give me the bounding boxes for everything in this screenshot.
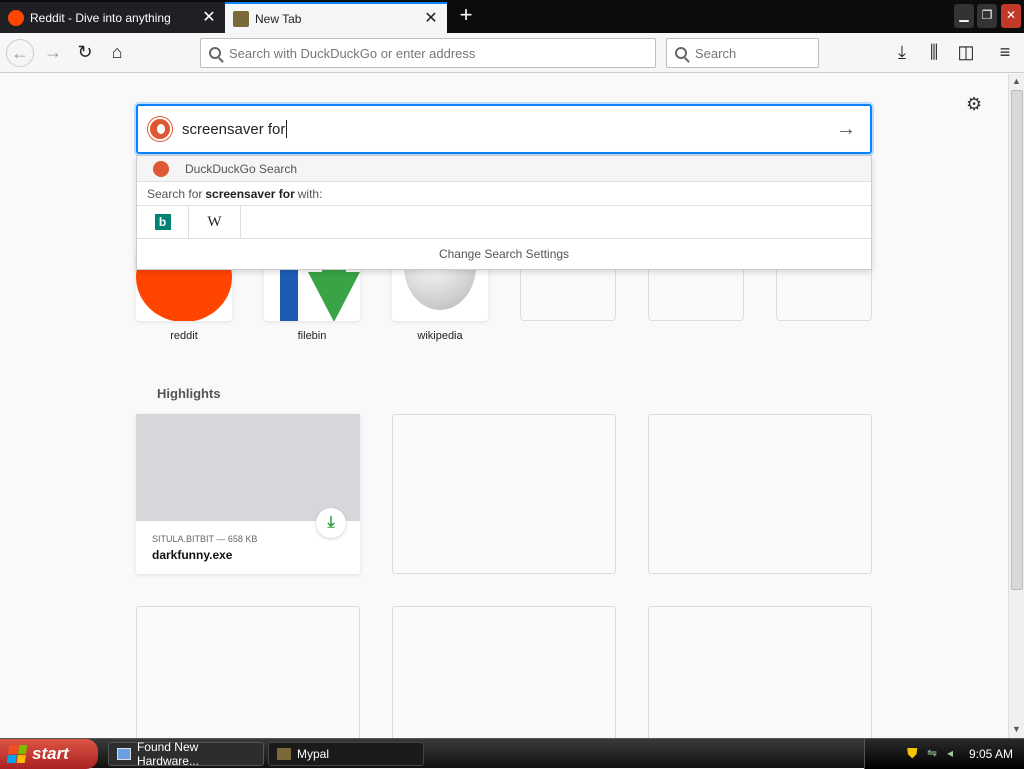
network-icon[interactable]: ⇋ bbox=[927, 746, 937, 760]
tab-title: New Tab bbox=[255, 11, 302, 26]
suggestion-engine-row[interactable]: DuckDuckGo Search bbox=[137, 156, 871, 182]
download-icon: ⤓ bbox=[316, 508, 346, 538]
downloads-icon[interactable]: ⤓ bbox=[889, 41, 915, 65]
navigation-toolbar: ← → ↻ ⌂ Search with DuckDuckGo or enter … bbox=[0, 33, 1024, 73]
vertical-scrollbar[interactable]: ▲ ▼ bbox=[1008, 74, 1024, 738]
new-tab-page: ⚙ screensaver for → DuckDuckGo Search Se… bbox=[0, 74, 1008, 738]
search-bar-placeholder: Search bbox=[695, 45, 737, 61]
close-window-icon[interactable]: ✕ bbox=[1001, 4, 1021, 28]
sidebar-toggle-icon[interactable]: ◫ bbox=[953, 41, 979, 65]
filebin-arrow-icon bbox=[308, 272, 360, 321]
engine-label: DuckDuckGo Search bbox=[185, 161, 298, 176]
duckduckgo-small-icon bbox=[153, 160, 169, 177]
hamburger-menu-icon[interactable]: ≡ bbox=[992, 41, 1018, 65]
newtab-search-input[interactable]: screensaver for → bbox=[136, 104, 872, 154]
clock[interactable]: 9:05 AM bbox=[969, 747, 1013, 761]
gear-icon[interactable]: ⚙ bbox=[966, 94, 982, 115]
tab-reddit[interactable]: Reddit - Dive into anything ✕ bbox=[0, 2, 225, 33]
search-bar[interactable]: Search bbox=[666, 38, 819, 68]
search-icon bbox=[209, 47, 221, 59]
taskbar-task-mypal[interactable]: Mypal bbox=[268, 742, 424, 766]
windows-flag-icon bbox=[6, 745, 28, 763]
window-icon bbox=[117, 748, 131, 760]
scrollbar-thumb[interactable] bbox=[1011, 90, 1023, 590]
highlight-card-empty bbox=[392, 414, 616, 574]
security-shield-icon[interactable]: ⛊ bbox=[907, 745, 918, 762]
task-label: Mypal bbox=[297, 747, 330, 761]
reddit-favicon-icon bbox=[8, 9, 24, 26]
close-tab-icon[interactable]: ✕ bbox=[201, 9, 217, 26]
new-tab-plus-icon[interactable]: + bbox=[455, 4, 477, 27]
change-search-settings-label: Change Search Settings bbox=[438, 247, 570, 261]
library-icon[interactable]: ⫼ bbox=[921, 41, 947, 65]
restore-window-icon[interactable]: ❐ bbox=[977, 4, 997, 28]
mypal-app-icon bbox=[277, 748, 291, 760]
change-search-settings-button[interactable]: Change Search Settings bbox=[137, 239, 871, 269]
top-site-label: wikipedia bbox=[417, 330, 463, 342]
minimize-window-icon[interactable]: ▁ bbox=[954, 4, 974, 28]
highlight-source: SITULA.BITBIT — 658 KB bbox=[152, 534, 258, 544]
volume-icon[interactable]: ◂ bbox=[947, 746, 953, 760]
highlights-heading: Highlights bbox=[157, 386, 221, 401]
wikipedia-icon: W bbox=[207, 213, 222, 230]
highlight-card-empty bbox=[648, 606, 872, 738]
duckduckgo-logo-icon bbox=[148, 117, 172, 141]
highlight-filename: darkfunny.exe bbox=[152, 548, 233, 562]
reload-icon[interactable]: ↻ bbox=[72, 41, 98, 65]
scroll-up-icon[interactable]: ▲ bbox=[1012, 76, 1021, 86]
highlight-card-empty bbox=[648, 414, 872, 574]
engine-button-wikipedia[interactable]: W bbox=[189, 205, 241, 239]
forward-arrow-icon[interactable]: → bbox=[40, 41, 66, 65]
address-bar-placeholder: Search with DuckDuckGo or enter address bbox=[229, 45, 476, 61]
search-icon bbox=[675, 47, 687, 59]
mypal-favicon-icon bbox=[233, 10, 249, 27]
search-suggestions-dropdown: DuckDuckGo Search Search for screensaver… bbox=[136, 155, 872, 270]
taskbar: start Found New Hardware... Mypal ▦ ⛊ ⇋ … bbox=[0, 738, 1024, 769]
top-site-label: filebin bbox=[297, 330, 327, 342]
highlight-thumbnail bbox=[136, 414, 360, 521]
task-label: Found New Hardware... bbox=[136, 740, 199, 768]
close-tab-icon[interactable]: ✕ bbox=[423, 10, 439, 27]
highlight-card-empty bbox=[392, 606, 616, 738]
home-icon[interactable]: ⌂ bbox=[104, 41, 130, 65]
search-for-suffix: with: bbox=[297, 186, 323, 201]
address-bar[interactable]: Search with DuckDuckGo or enter address bbox=[200, 38, 656, 68]
highlight-card-empty bbox=[136, 606, 360, 738]
top-site-label: reddit bbox=[170, 330, 198, 342]
text-caret bbox=[286, 120, 288, 138]
bing-icon: b bbox=[154, 214, 171, 230]
back-arrow-icon[interactable]: ← bbox=[6, 39, 34, 67]
engine-button-bing[interactable]: b bbox=[137, 205, 189, 239]
tab-title: Reddit - Dive into anything bbox=[30, 10, 171, 25]
search-for-term: screensaver for bbox=[205, 186, 295, 201]
start-button[interactable]: start bbox=[0, 739, 98, 769]
scroll-down-icon[interactable]: ▼ bbox=[1012, 724, 1021, 734]
one-off-engines-row: b W bbox=[137, 205, 871, 239]
search-for-prefix: Search for bbox=[147, 186, 203, 201]
search-input-value: screensaver for bbox=[182, 120, 286, 138]
highlight-card[interactable]: ⤓ SITULA.BITBIT — 658 KB darkfunny.exe bbox=[136, 414, 360, 574]
start-label: start bbox=[32, 744, 69, 763]
go-arrow-icon[interactable]: → bbox=[836, 118, 856, 141]
search-for-row: Search for screensaver for with: bbox=[137, 182, 871, 206]
tab-strip: Reddit - Dive into anything ✕ New Tab ✕ … bbox=[0, 0, 1024, 33]
tab-new-tab[interactable]: New Tab ✕ bbox=[225, 2, 447, 33]
system-tray: ⛊ ⇋ ◂ 9:05 AM bbox=[864, 739, 1024, 769]
taskbar-task-hardware[interactable]: Found New Hardware... bbox=[108, 740, 264, 768]
